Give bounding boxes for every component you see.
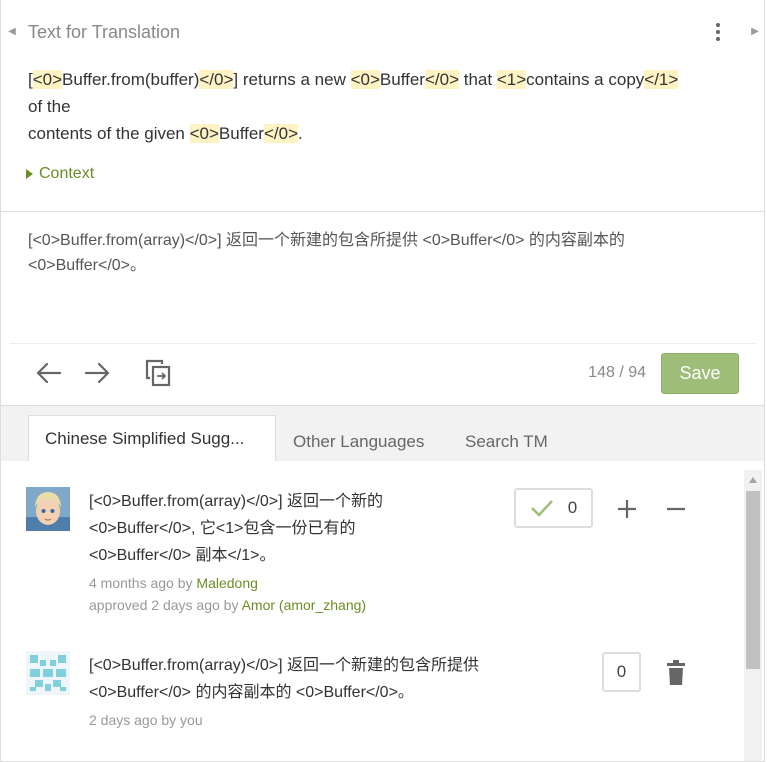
trash-icon[interactable] — [662, 659, 690, 687]
approve-button[interactable]: 0 — [514, 488, 593, 528]
toolbar-divider — [10, 343, 756, 344]
scrollbar-thumb[interactable] — [746, 491, 760, 669]
frame-border-right — [764, 0, 765, 762]
caret-right-icon — [26, 169, 33, 179]
author-link[interactable]: Maledong — [196, 575, 258, 591]
placeholder-tag: </0> — [199, 70, 234, 89]
translation-textarea[interactable]: [<0>Buffer.from(array)</0>] 返回一个新建的包含所提供… — [28, 228, 728, 278]
tab-other-languages[interactable]: Other Languages — [293, 421, 424, 462]
tab-chinese-simplified-suggestions[interactable]: Chinese Simplified Sugg... — [28, 415, 276, 462]
translation-editor: ◀ ▶ Text for Translation [<0>Buffer.from… — [0, 0, 767, 762]
plus-icon[interactable] — [613, 495, 641, 523]
placeholder-tag: <0> — [32, 70, 63, 89]
placeholder-tag: </0> — [424, 70, 460, 89]
suggestion-meta: 2 days ago by you — [89, 712, 203, 728]
divider — [1, 211, 764, 212]
suggestion-tabs: Chinese Simplified Sugg... Other Languag… — [1, 405, 764, 462]
vote-count: 0 — [567, 498, 578, 517]
context-toggle[interactable]: Context — [26, 163, 94, 185]
collapse-right-icon[interactable]: ▶ — [745, 22, 765, 42]
suggestion-text[interactable]: [<0>Buffer.from(array)</0>] 返回一个新的 <0>Bu… — [89, 488, 383, 569]
placeholder-tag: <0> — [350, 70, 380, 89]
translation-line: [<0>Buffer.from(array)</0>] 返回一个新建的包含所提供… — [28, 232, 625, 249]
panel-title: Text for Translation — [28, 22, 181, 42]
collapse-left-icon[interactable]: ◀ — [2, 22, 22, 42]
placeholder-tag: <1> — [496, 70, 527, 89]
vote-count: 0 — [616, 662, 627, 681]
avatar[interactable] — [26, 651, 70, 695]
tab-search-tm[interactable]: Search TM — [465, 421, 548, 462]
avatar[interactable] — [26, 487, 70, 531]
arrow-left-icon[interactable] — [34, 358, 64, 388]
suggestion-meta: 4 months ago by Maledong — [89, 575, 258, 591]
minus-icon[interactable] — [662, 495, 690, 523]
approver-link[interactable]: Amor (amor_zhang) — [242, 597, 367, 613]
suggestion-text[interactable]: [<0>Buffer.from(array)</0>] 返回一个新建的包含所提供… — [89, 652, 479, 706]
scroll-up-icon[interactable] — [744, 472, 762, 488]
placeholder-tag: <0> — [189, 124, 219, 143]
character-counter: 148 / 94 — [588, 364, 646, 381]
source-string: [<0>Buffer.from(buffer)</0>] returns a n… — [28, 70, 679, 143]
save-button[interactable]: Save — [661, 353, 739, 394]
copy-source-icon[interactable] — [143, 358, 173, 388]
kebab-menu-icon[interactable] — [706, 18, 730, 46]
arrow-right-icon[interactable] — [82, 358, 112, 388]
placeholder-tag: </0> — [263, 124, 299, 143]
checkmark-icon — [530, 500, 553, 517]
placeholder-tag: </1> — [644, 70, 679, 89]
vote-count-box: 0 — [602, 652, 641, 692]
context-label: Context — [39, 165, 95, 182]
translation-line: <0>Buffer</0>。 — [28, 257, 147, 274]
suggestion-approval-meta: approved 2 days ago by Amor (amor_zhang) — [89, 597, 367, 613]
